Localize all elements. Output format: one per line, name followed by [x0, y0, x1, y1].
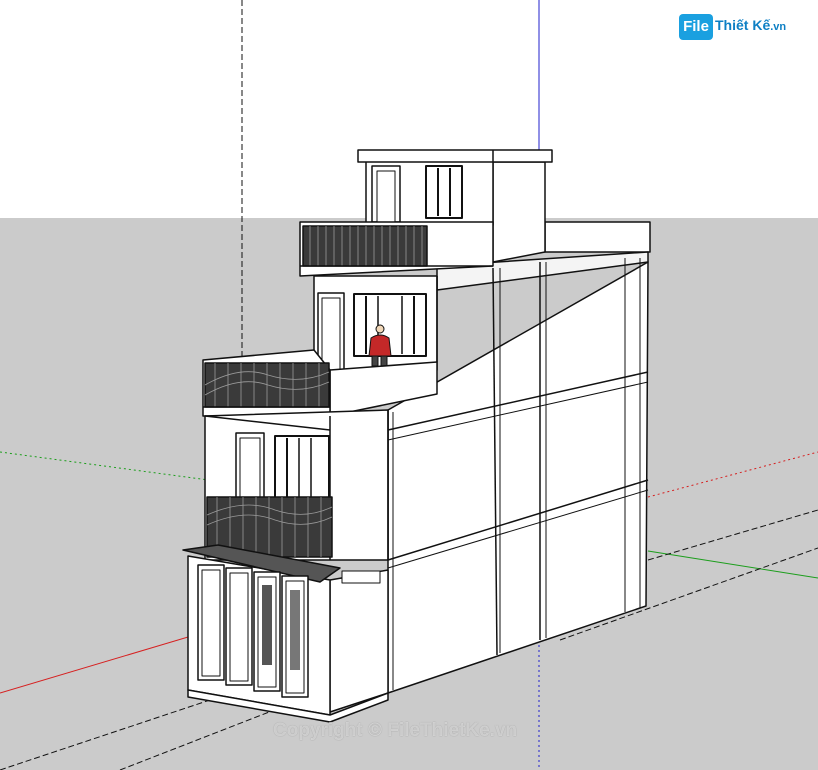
ac-unit	[341, 570, 381, 584]
stair-tower-side	[492, 161, 546, 263]
second-floor-window	[274, 435, 330, 500]
filethietke-logo: File Thiết Kế.vn	[679, 12, 797, 42]
stair-tower-roof	[357, 149, 553, 163]
sketchup-viewport	[0, 0, 818, 770]
logo-badge: File	[679, 14, 713, 40]
logo-name-text: Thiết Kế	[715, 17, 771, 33]
top-railing	[302, 225, 428, 267]
ground-floor-side-wall	[329, 569, 389, 713]
side-roof-top	[544, 221, 651, 253]
copyright-watermark: Copyright © FileThietKe.vn	[273, 720, 518, 741]
tower-window	[425, 165, 463, 219]
logo-name: Thiết Kế.vn	[715, 17, 786, 33]
logo-tld: .vn	[770, 21, 787, 33]
